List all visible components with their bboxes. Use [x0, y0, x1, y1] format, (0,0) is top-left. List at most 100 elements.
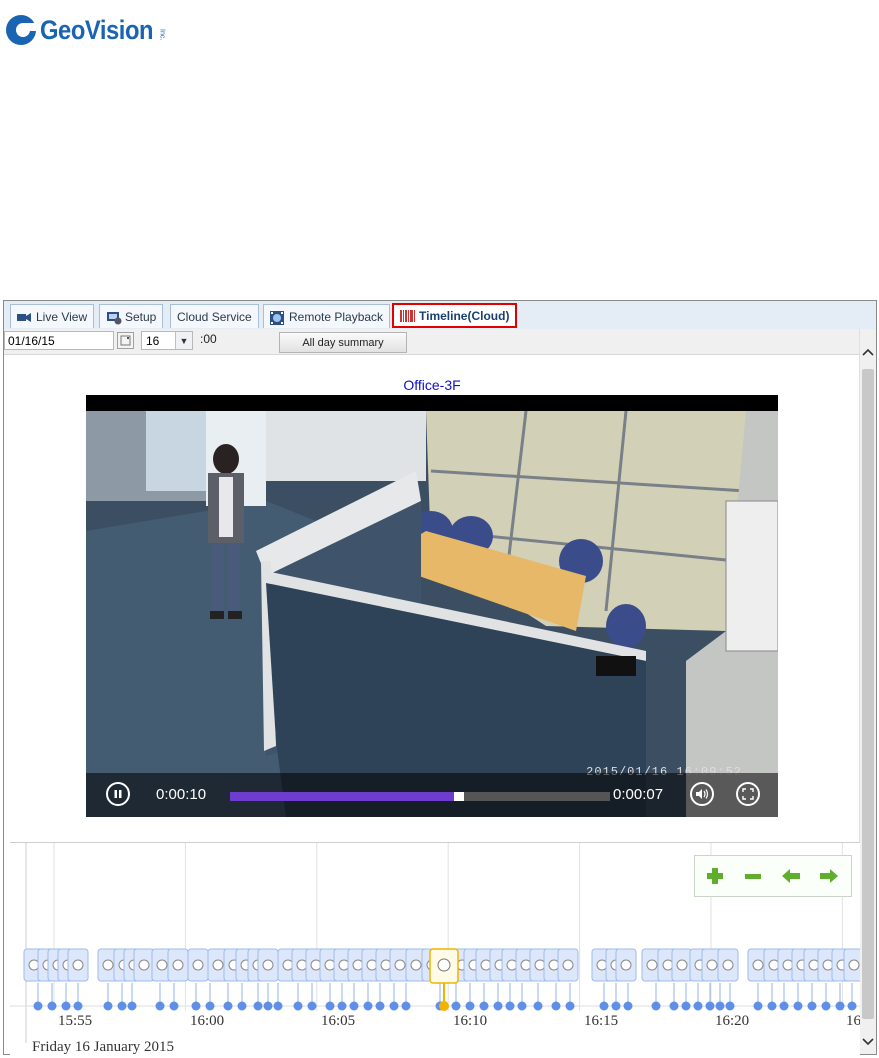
tab-cloud-service[interactable]: Cloud Service — [170, 304, 259, 328]
toolbar: 16 ▼ :00 All day summary — [4, 329, 860, 355]
timeline-marker[interactable] — [517, 1001, 527, 1011]
move-right-icon[interactable] — [819, 866, 839, 886]
move-left-icon[interactable] — [781, 866, 801, 886]
scroll-up-arrow-icon[interactable] — [860, 343, 876, 360]
timeline-marker[interactable] — [117, 1001, 127, 1011]
timeline-marker[interactable] — [337, 1001, 347, 1011]
timeline-marker[interactable] — [821, 1001, 831, 1011]
timeline-marker[interactable] — [451, 1001, 461, 1011]
scroll-thumb[interactable] — [862, 369, 874, 1019]
timeline-panel[interactable]: 15:55 16:00 16:05 16:10 16:15 16:20 16 F… — [10, 842, 860, 1055]
timeline-marker[interactable] — [533, 1001, 543, 1011]
clip-play-icon[interactable] — [102, 959, 114, 971]
timeline-marker[interactable] — [237, 1001, 247, 1011]
timeline-marker[interactable] — [325, 1001, 335, 1011]
remaining-time: 0:00:07 — [613, 786, 664, 803]
timeline-marker[interactable] — [191, 1001, 201, 1011]
volume-icon — [696, 789, 709, 799]
timeline-marker[interactable] — [493, 1001, 503, 1011]
tab-remote-playback[interactable]: Remote Playback — [263, 304, 391, 328]
clip-play-icon[interactable] — [192, 959, 204, 971]
timeline-marker[interactable] — [505, 1001, 515, 1011]
clip-play-icon[interactable] — [646, 959, 658, 971]
timeline-marker[interactable] — [375, 1001, 385, 1011]
tab-setup[interactable]: Setup — [99, 304, 164, 328]
timeline-marker[interactable] — [47, 1001, 57, 1011]
tab-label: Live View — [36, 309, 88, 324]
clip-play-icon[interactable] — [172, 959, 184, 971]
clip-play-icon[interactable] — [706, 959, 718, 971]
timeline-marker[interactable] — [465, 1001, 475, 1011]
hour-select[interactable]: 16 ▼ — [141, 331, 193, 350]
clip-play-icon[interactable] — [437, 958, 451, 972]
timeline-marker[interactable] — [651, 1001, 661, 1011]
fullscreen-button[interactable] — [736, 782, 760, 806]
timeline-marker[interactable] — [565, 1001, 575, 1011]
timeline-marker[interactable] — [705, 1001, 715, 1011]
timeline-marker[interactable] — [155, 1001, 165, 1011]
timeline-marker[interactable] — [273, 1001, 283, 1011]
clip-play-icon[interactable] — [212, 959, 224, 971]
timeline-marker[interactable] — [725, 1001, 735, 1011]
clip-play-icon[interactable] — [562, 959, 574, 971]
timeline-marker[interactable] — [479, 1001, 489, 1011]
timeline-marker[interactable] — [623, 1001, 633, 1011]
timeline-marker[interactable] — [779, 1001, 789, 1011]
timeline-marker[interactable] — [669, 1001, 679, 1011]
calendar-button[interactable] — [117, 332, 134, 349]
clip-play-icon[interactable] — [848, 959, 860, 971]
zoom-in-icon[interactable] — [705, 866, 725, 886]
clip-play-icon[interactable] — [410, 959, 422, 971]
video-player[interactable]: 2015/01/16 16:09:52 0:00:10 0:00:07 — [86, 395, 778, 817]
timeline-marker[interactable] — [681, 1001, 691, 1011]
timeline-marker[interactable] — [715, 1001, 725, 1011]
timeline-marker[interactable] — [253, 1001, 263, 1011]
timeline-marker[interactable] — [33, 1001, 43, 1011]
timeline-cursor[interactable] — [439, 1001, 449, 1011]
clip-play-icon[interactable] — [676, 959, 688, 971]
clip-play-icon[interactable] — [156, 959, 168, 971]
clip-play-icon[interactable] — [72, 959, 84, 971]
timeline-marker[interactable] — [73, 1001, 83, 1011]
timeline-marker[interactable] — [611, 1001, 621, 1011]
timeline-marker[interactable] — [835, 1001, 845, 1011]
clip-play-icon[interactable] — [138, 959, 150, 971]
timeline-marker[interactable] — [753, 1001, 763, 1011]
timeline-marker[interactable] — [599, 1001, 609, 1011]
volume-button[interactable] — [690, 782, 714, 806]
timeline-marker[interactable] — [363, 1001, 373, 1011]
timeline-marker[interactable] — [793, 1001, 803, 1011]
vertical-scrollbar[interactable] — [859, 329, 876, 1054]
all-day-summary-button[interactable]: All day summary — [279, 332, 407, 353]
clip-play-icon[interactable] — [722, 959, 734, 971]
progress-bar[interactable] — [230, 792, 610, 801]
clip-play-icon[interactable] — [752, 959, 764, 971]
tab-live-view[interactable]: Live View — [10, 304, 95, 328]
timeline-marker[interactable] — [693, 1001, 703, 1011]
pause-button[interactable] — [106, 782, 130, 806]
timeline-marker[interactable] — [61, 1001, 71, 1011]
clip-play-icon[interactable] — [394, 959, 406, 971]
date-input[interactable] — [4, 331, 114, 350]
tab-timeline-cloud[interactable]: Timeline(Cloud) — [392, 303, 518, 328]
timeline-marker[interactable] — [401, 1001, 411, 1011]
timeline-marker[interactable] — [169, 1001, 179, 1011]
scroll-down-arrow-icon[interactable] — [860, 1033, 876, 1050]
timeline-marker[interactable] — [205, 1001, 215, 1011]
timeline-marker[interactable] — [807, 1001, 817, 1011]
timeline-marker[interactable] — [389, 1001, 399, 1011]
timeline-marker[interactable] — [293, 1001, 303, 1011]
timeline-marker[interactable] — [349, 1001, 359, 1011]
timeline-marker[interactable] — [307, 1001, 317, 1011]
progress-handle[interactable] — [454, 792, 464, 801]
timeline-marker[interactable] — [847, 1001, 857, 1011]
timeline-marker[interactable] — [103, 1001, 113, 1011]
zoom-out-icon[interactable] — [743, 866, 763, 886]
clip-play-icon[interactable] — [262, 959, 274, 971]
clip-play-icon[interactable] — [620, 959, 632, 971]
timeline-marker[interactable] — [127, 1001, 137, 1011]
timeline-marker[interactable] — [551, 1001, 561, 1011]
timeline-marker[interactable] — [223, 1001, 233, 1011]
timeline-marker[interactable] — [263, 1001, 273, 1011]
timeline-marker[interactable] — [767, 1001, 777, 1011]
